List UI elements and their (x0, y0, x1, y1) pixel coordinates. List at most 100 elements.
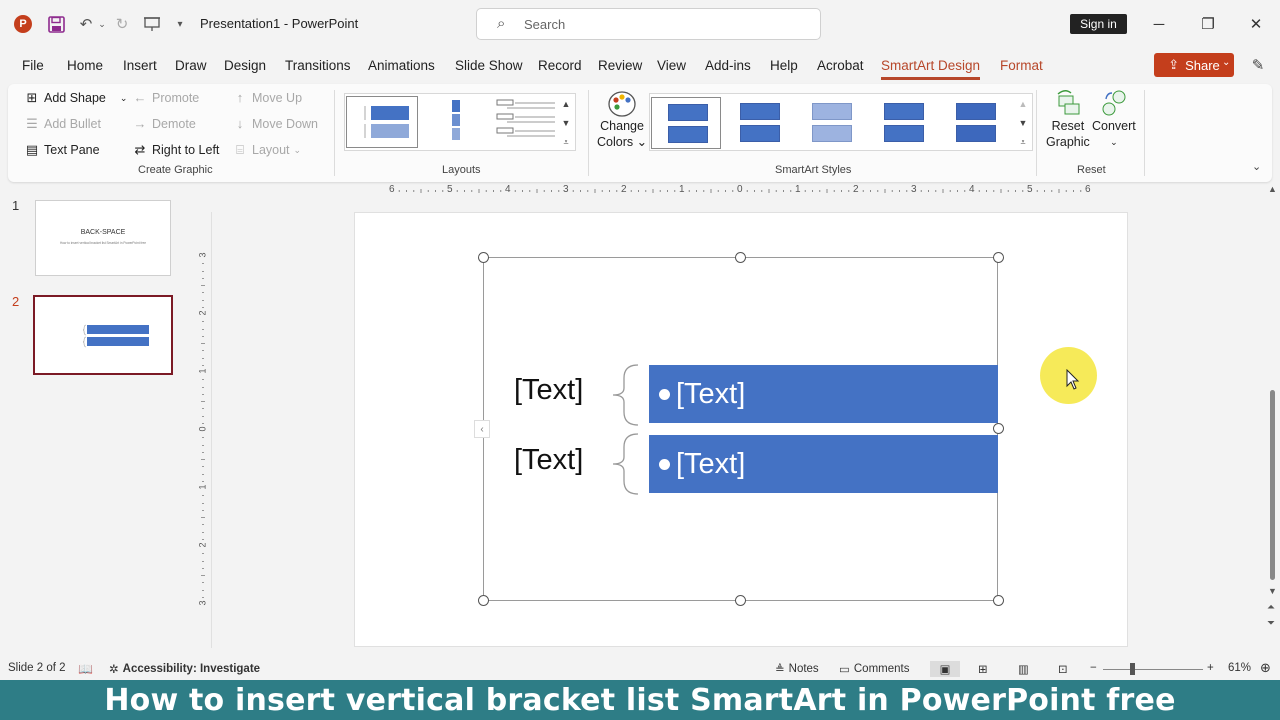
bracket-shape (612, 364, 639, 426)
layouts-more-icon[interactable]: ⩡ (559, 133, 573, 151)
promote-button[interactable]: ← Promote (132, 90, 200, 105)
next-slide-icon[interactable]: ⏷ (1267, 618, 1275, 629)
search-box[interactable]: ⌕ Search (476, 8, 821, 40)
tab-insert[interactable]: Insert (123, 58, 157, 73)
smartart-frame[interactable] (483, 257, 998, 601)
styles-scroll-down-icon[interactable]: ▼ (1016, 114, 1030, 132)
slide-thumbnail-2[interactable] (33, 295, 173, 375)
zoom-slider-thumb[interactable] (1130, 663, 1135, 675)
styles-more-icon[interactable]: ⩡ (1016, 133, 1030, 151)
zoom-level[interactable]: 61% (1228, 662, 1251, 674)
comments-icon[interactable]: ✎ (1248, 55, 1268, 75)
tab-format[interactable]: Format (1000, 58, 1043, 73)
tab-help[interactable]: Help (770, 58, 798, 73)
slide-thumbnail-1[interactable]: BACK-SPACE How to insert vertical bracke… (35, 200, 171, 276)
fit-to-window-icon[interactable]: ⊕ (1260, 660, 1271, 676)
style-white-outline[interactable] (724, 97, 794, 149)
layouts-scroll-down-icon[interactable]: ▼ (559, 114, 573, 132)
tab-animations[interactable]: Animations (368, 58, 435, 73)
add-shape-button[interactable]: ⊞ Add Shape ⌄ (24, 90, 128, 106)
add-bullet-button[interactable]: ☰ Add Bullet (24, 116, 101, 132)
comments-button[interactable]: ▭ Comments (839, 662, 909, 676)
smartart-bullet-box[interactable]: [Text] (649, 435, 998, 493)
tab-slide-show[interactable]: Slide Show (455, 58, 523, 73)
style-simple-fill[interactable] (651, 97, 721, 149)
scroll-up-icon[interactable]: ▲ (1268, 184, 1277, 194)
smartart-bullet-text[interactable]: [Text] (676, 448, 745, 481)
tab-review[interactable]: Review (598, 58, 642, 73)
scroll-down-icon[interactable]: ▼ (1268, 586, 1277, 596)
save-icon[interactable] (46, 14, 66, 34)
right-to-left-button[interactable]: ⇄ Right to Left (132, 142, 220, 158)
resize-handle-bottom[interactable] (735, 595, 746, 606)
text-pane-toggle-icon[interactable]: ‹ (474, 420, 490, 438)
layout-label: Layout (252, 143, 290, 157)
ruler-tick (202, 379, 204, 381)
move-up-button[interactable]: ↑ Move Up (232, 90, 302, 105)
minimize-icon[interactable]: ─ (1147, 12, 1171, 36)
add-shape-dropdown-icon[interactable]: ⌄ (120, 93, 128, 104)
accessibility-button[interactable]: ✲ Accessibility: Investigate (109, 662, 260, 676)
text-pane-button[interactable]: ▤ Text Pane (24, 142, 100, 158)
tab-transitions[interactable]: Transitions (285, 58, 351, 73)
demote-button[interactable]: → Demote (132, 116, 196, 131)
tab-acrobat[interactable]: Acrobat (817, 58, 864, 73)
collapse-ribbon-icon[interactable]: ⌄ (1252, 160, 1261, 173)
layout-vertical-bracket-list[interactable] (346, 96, 418, 148)
resize-handle-right[interactable] (993, 423, 1004, 434)
convert-button[interactable]: Convert ⌄ (1092, 88, 1136, 150)
resize-handle-top-right[interactable] (993, 252, 1004, 263)
style-moderate-effect[interactable] (868, 97, 938, 149)
notes-button[interactable]: ≜ Notes (775, 662, 819, 676)
vertical-scrollbar[interactable]: ▲ ▼ ⏶ ⏷ (1264, 184, 1280, 658)
reset-graphic-button[interactable]: Reset Graphic (1046, 88, 1090, 150)
layout-vertical-bullet-list[interactable] (495, 96, 567, 148)
resize-handle-bottom-left[interactable] (478, 595, 489, 606)
resize-handle-top[interactable] (735, 252, 746, 263)
style-intense-effect[interactable] (940, 97, 1010, 149)
tab-record[interactable]: Record (538, 58, 582, 73)
smartart-bullet-text[interactable]: [Text] (676, 378, 745, 411)
reading-view-icon[interactable]: ▥ (1018, 662, 1029, 676)
style-subtle-effect[interactable] (796, 97, 866, 149)
undo-dropdown-icon[interactable]: ⌄ (92, 14, 112, 34)
scrollbar-thumb[interactable] (1270, 390, 1275, 580)
spelling-check-icon[interactable]: 📖 (78, 662, 93, 676)
ruler-tick (202, 502, 204, 504)
sign-in-button[interactable]: Sign in (1070, 14, 1127, 34)
previous-slide-icon[interactable]: ⏶ (1267, 602, 1275, 613)
layout-vertical-block[interactable] (421, 96, 493, 148)
smartart-left-text[interactable]: [Text] (514, 444, 583, 477)
restore-icon[interactable]: ❐ (1196, 12, 1220, 36)
tab-view[interactable]: View (657, 58, 686, 73)
layouts-scroll-up-icon[interactable]: ▲ (559, 95, 573, 113)
share-dropdown-icon[interactable]: ⌄ (1222, 57, 1230, 68)
resize-handle-top-left[interactable] (478, 252, 489, 263)
resize-handle-bottom-right[interactable] (993, 595, 1004, 606)
slide-show-icon[interactable]: ⊡ (1058, 662, 1068, 676)
present-from-start-icon[interactable] (142, 14, 162, 34)
smartart-bullet-box[interactable]: [Text] (649, 365, 998, 423)
smartart-left-text[interactable]: [Text] (514, 374, 583, 407)
normal-view-icon[interactable]: ▣ (930, 661, 960, 677)
add-bullet-icon: ☰ (26, 116, 38, 131)
tab-file[interactable]: File (22, 58, 44, 73)
tab-add-ins[interactable]: Add-ins (705, 58, 751, 73)
layout-button[interactable]: ⌸ Layout ⌄ (232, 142, 301, 158)
tab-draw[interactable]: Draw (175, 58, 207, 73)
styles-scroll-up-icon[interactable]: ▲ (1016, 95, 1030, 113)
zoom-in-icon[interactable]: + (1207, 662, 1214, 674)
redo-icon[interactable]: ↻ (112, 14, 132, 34)
close-icon[interactable]: ✕ (1244, 12, 1268, 36)
tab-smartart-design[interactable]: SmartArt Design (881, 58, 981, 80)
change-colors-button[interactable]: Change Colors ⌄ (597, 90, 647, 150)
tab-home[interactable]: Home (67, 58, 103, 73)
zoom-out-icon[interactable]: − (1090, 662, 1097, 674)
reset-graphic-label-2: Graphic (1046, 135, 1090, 149)
customize-toolbar-icon[interactable]: ▾ (170, 14, 190, 34)
tab-design[interactable]: Design (224, 58, 266, 73)
ruler-tick (202, 495, 204, 497)
move-down-button[interactable]: ↓ Move Down (232, 116, 318, 131)
zoom-slider[interactable] (1103, 669, 1203, 670)
slide-sorter-icon[interactable]: ⊞ (978, 662, 988, 676)
